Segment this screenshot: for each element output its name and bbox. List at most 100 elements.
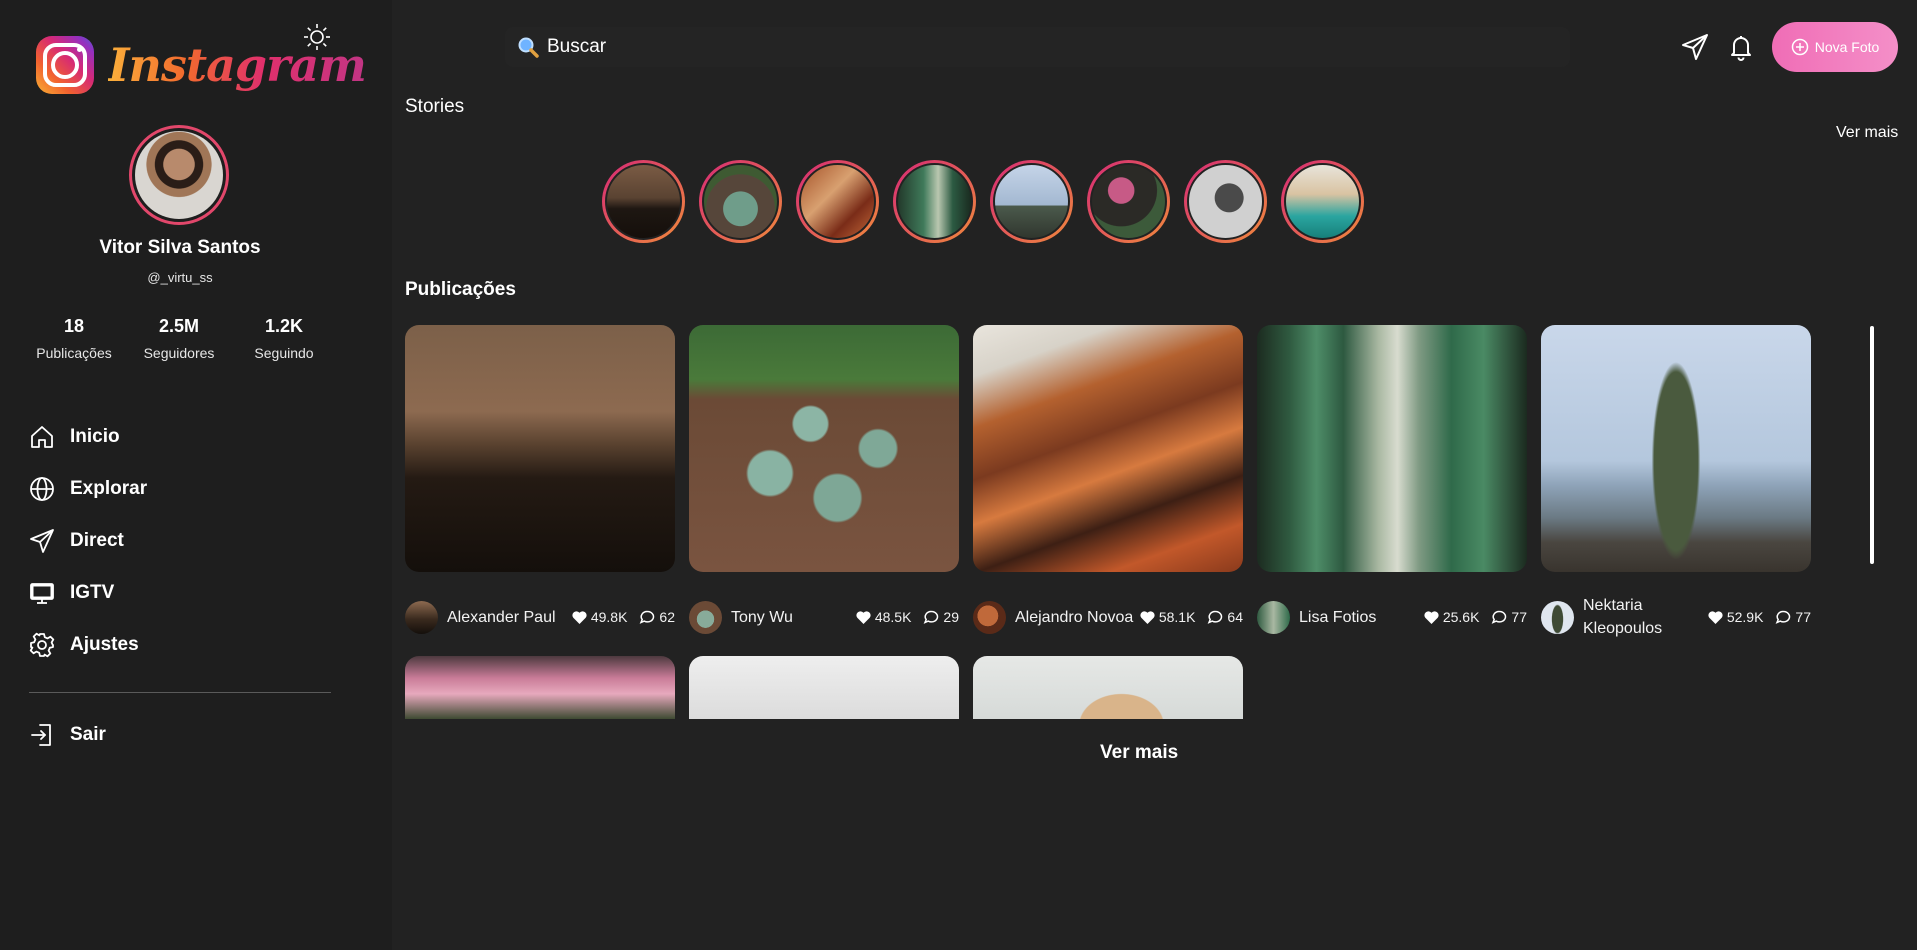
story-item[interactable] [1281, 160, 1364, 243]
new-photo-label: Nova Foto [1814, 39, 1880, 55]
post-meta: Nektaria Kleopoulos 52.9K 77 [1541, 595, 1811, 639]
profile-name: Vitor Silva Santos [99, 237, 261, 258]
post-image[interactable] [1257, 325, 1527, 572]
tv-icon [30, 583, 54, 604]
heart-icon[interactable] [571, 609, 588, 626]
story-item[interactable] [893, 160, 976, 243]
post-image[interactable] [973, 325, 1243, 572]
nav-item-igtv[interactable]: IGTV [28, 567, 147, 619]
post-author-avatar[interactable] [1257, 600, 1290, 634]
comment-icon[interactable] [1491, 609, 1508, 626]
post-stats: 25.6K 77 [1423, 609, 1527, 626]
stat-following[interactable]: 1.2K Seguindo [234, 316, 334, 361]
post-card[interactable] [973, 656, 1243, 719]
post-card[interactable]: Alexander Paul 49.8K 62 [405, 325, 675, 639]
posts-see-more-button[interactable]: Ver mais [1100, 742, 1178, 764]
stat-value: 2.5M [158, 316, 200, 336]
nav-item-explorar[interactable]: Explorar [28, 463, 147, 515]
nav-label: Inicio [70, 426, 120, 447]
heart-icon[interactable] [1423, 609, 1440, 626]
post-image[interactable] [405, 325, 675, 572]
globe-icon [30, 477, 54, 501]
search-icon [518, 37, 539, 58]
home-icon [31, 426, 53, 448]
heart-icon[interactable] [1707, 609, 1724, 626]
sun-icon[interactable] [302, 22, 332, 52]
logout-label: Sair [70, 724, 106, 745]
post-author[interactable]: Alejandro Novoa [1015, 606, 1139, 629]
sidebar: Instagram Vitor Silva Santos @_virtu_ss … [0, 0, 392, 950]
story-item[interactable] [1184, 160, 1267, 243]
stories-see-more-link[interactable]: Ver mais [1836, 124, 1898, 142]
post-card[interactable]: Nektaria Kleopoulos 52.9K 77 [1541, 325, 1811, 639]
comment-count: 77 [1511, 609, 1527, 625]
post-stats: 48.5K 29 [855, 609, 959, 626]
post-image[interactable] [689, 325, 959, 572]
stat-publications[interactable]: 18 Publicações [24, 316, 124, 361]
post-author[interactable]: Alexander Paul [447, 606, 571, 629]
comment-icon[interactable] [923, 609, 940, 626]
post-image[interactable] [1541, 325, 1811, 572]
new-photo-button[interactable]: Nova Foto [1772, 22, 1898, 72]
bell-icon[interactable] [1726, 32, 1756, 62]
post-stats: 49.8K 62 [571, 609, 675, 626]
comment-count: 64 [1227, 609, 1243, 625]
profile-stats: 18 Publicações 2.5M Seguidores 1.2K Segu… [24, 316, 334, 361]
post-card[interactable]: Alejandro Novoa 58.1K 64 [973, 325, 1243, 639]
post-author[interactable]: Nektaria Kleopoulos [1583, 594, 1707, 640]
post-image[interactable] [973, 656, 1243, 719]
comment-count: 62 [659, 609, 675, 625]
comment-count: 77 [1795, 609, 1811, 625]
stat-label: Publicações [36, 345, 112, 361]
send-icon [30, 529, 54, 553]
story-item[interactable] [990, 160, 1073, 243]
story-item[interactable] [602, 160, 685, 243]
nav-item-ajustes[interactable]: Ajustes [28, 619, 147, 671]
like-count: 25.6K [1442, 609, 1480, 625]
comment-count: 29 [943, 609, 959, 625]
nav-item-inicio[interactable]: Inicio [28, 411, 147, 463]
logout-button[interactable]: Sair [28, 709, 106, 761]
search-input[interactable]: Buscar [505, 27, 1570, 67]
posts-scrollbar[interactable] [1870, 326, 1874, 564]
sidebar-nav: Inicio Explorar Direct IGTV Ajustes [28, 411, 147, 671]
post-author-avatar[interactable] [689, 600, 722, 634]
post-card[interactable] [689, 656, 959, 719]
stat-value: 18 [63, 316, 85, 336]
post-meta: Tony Wu 48.5K 29 [689, 595, 959, 639]
comment-icon[interactable] [1207, 609, 1224, 626]
post-card[interactable]: Tony Wu 48.5K 29 [689, 325, 959, 639]
story-item[interactable] [699, 160, 782, 243]
post-card[interactable] [405, 656, 675, 719]
comment-icon[interactable] [1775, 609, 1792, 626]
post-author-avatar[interactable] [1541, 600, 1574, 634]
nav-label: Explorar [70, 478, 148, 499]
stat-followers[interactable]: 2.5M Seguidores [129, 316, 229, 361]
post-image[interactable] [689, 656, 959, 719]
sidebar-divider [29, 692, 331, 693]
send-icon[interactable] [1680, 32, 1710, 62]
nav-label: Direct [70, 530, 124, 551]
profile-avatar[interactable] [129, 125, 229, 225]
post-author-avatar[interactable] [973, 600, 1006, 634]
stat-label: Seguidores [143, 345, 215, 361]
post-author-avatar[interactable] [405, 600, 438, 634]
plus-circle-icon [1791, 38, 1808, 56]
comment-icon[interactable] [639, 609, 656, 626]
posts-title: Publicações [405, 279, 516, 300]
stories-title: Stories [405, 96, 465, 117]
like-count: 49.8K [590, 609, 628, 625]
heart-icon[interactable] [855, 609, 872, 626]
app-root: Instagram Vitor Silva Santos @_virtu_ss … [0, 0, 1917, 950]
story-item[interactable] [1087, 160, 1170, 243]
nav-label: IGTV [70, 582, 115, 603]
nav-label: Ajustes [70, 634, 139, 655]
story-item[interactable] [796, 160, 879, 243]
post-card[interactable]: Lisa Fotios 25.6K 77 [1257, 325, 1527, 639]
heart-icon[interactable] [1139, 609, 1156, 626]
nav-item-direct[interactable]: Direct [28, 515, 147, 567]
post-stats: 58.1K 64 [1139, 609, 1243, 626]
post-author[interactable]: Lisa Fotios [1299, 606, 1423, 629]
post-author[interactable]: Tony Wu [731, 606, 855, 629]
post-image[interactable] [405, 656, 675, 719]
